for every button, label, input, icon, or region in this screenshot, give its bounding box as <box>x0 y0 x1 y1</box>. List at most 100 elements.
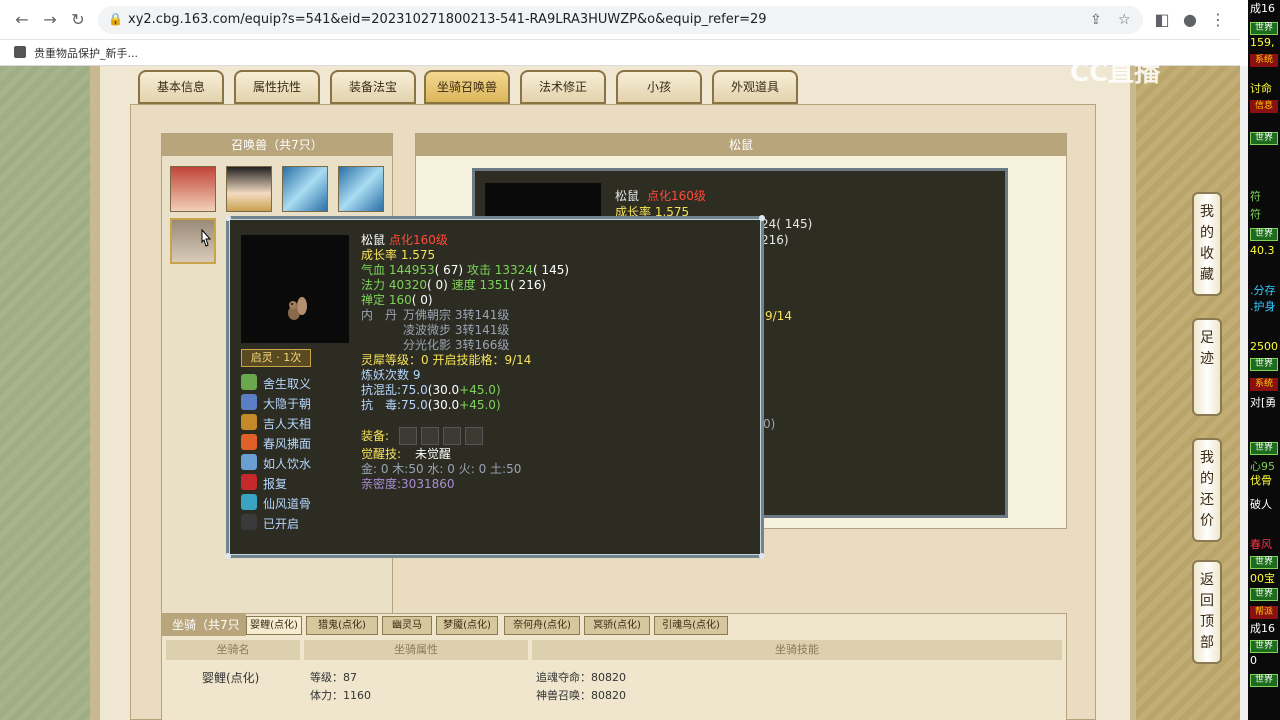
skill-icon <box>241 494 257 510</box>
popup-corner <box>759 553 765 559</box>
forward-icon[interactable]: → <box>40 10 60 30</box>
bookmark-star-icon[interactable]: ☆ <box>1118 12 1131 28</box>
sidepanel-icon[interactable]: ◧ <box>1152 10 1172 30</box>
mount-row-stat2: 神兽召唤：80820 <box>536 689 626 702</box>
skill-icon <box>241 514 257 530</box>
chat-line: 成16 <box>1250 2 1275 15</box>
tab-mounts-pets[interactable]: 坐骑召唤兽 <box>424 70 510 104</box>
pet-portrait <box>241 235 349 343</box>
equip-slot-1[interactable] <box>399 427 417 445</box>
popup-corner <box>225 553 231 559</box>
mount-panel-title: 坐骑（共7只 <box>162 614 246 636</box>
mount-row-name: 婴鲤(点化) <box>202 671 260 685</box>
mount-tab-3[interactable]: 幽灵马 <box>382 616 432 635</box>
chat-sys-tag: 系统 <box>1250 54 1278 67</box>
footprint-button[interactable]: 足迹 <box>1192 318 1222 416</box>
pet-thumb-4[interactable] <box>338 166 384 212</box>
chat-line: 159, <box>1250 36 1275 49</box>
chat-line: 符 <box>1250 208 1261 221</box>
pet-thumb-2[interactable] <box>226 166 272 212</box>
equip-slot-4[interactable] <box>465 427 483 445</box>
popup-resist-chaos: 抗混乱:75.0(30.0+45.0) <box>361 383 501 397</box>
chat-line: 0 <box>1250 654 1257 667</box>
chat-line: 伐骨 <box>1250 474 1272 487</box>
popup-chan-row: 禅定 160( 0) <box>361 293 433 307</box>
mount-row-stat1: 追魂夺命：80820 <box>536 671 626 684</box>
back-icon[interactable]: ← <box>12 10 32 30</box>
mount-tab-5[interactable]: 奈何舟(点化) <box>504 616 580 635</box>
detail-pet-name: 松鼠 <box>615 189 640 203</box>
chat-line: 春风 <box>1250 538 1272 551</box>
chat-line: 2500 <box>1250 340 1278 353</box>
tab-basic-info[interactable]: 基本信息 <box>138 70 224 104</box>
pet-list-title: 召唤兽（共7只） <box>162 134 392 156</box>
detail-attack-tail: 24( 145) <box>761 217 813 231</box>
popup-awaken-label: 觉醒技: <box>361 447 402 461</box>
mount-panel: 坐骑（共7只 婴鲤(点化) 猎鬼(点化) 幽灵马 梦魇(点化) 奈何舟(点化) … <box>161 613 1067 720</box>
chat-sys-tag: 系统 <box>1250 378 1278 391</box>
footprint-label: 足迹 <box>1200 330 1214 367</box>
mount-row-level: 等级：87 <box>310 671 357 684</box>
pet-thumb-3[interactable] <box>282 166 328 212</box>
reload-icon[interactable]: ↻ <box>68 10 88 30</box>
popup-awaken-value: 未觉醒 <box>415 447 452 461</box>
detail-speed-tail: 216) <box>761 233 789 247</box>
mount-tab-1[interactable]: 婴鲤(点化) <box>246 616 302 635</box>
popup-lianyao: 炼妖次数 9 <box>361 368 421 382</box>
popup-neidan-1: 万佛朝宗 3转141级 <box>403 308 510 322</box>
my-counteroffer-button[interactable]: 我的还价 <box>1192 438 1222 542</box>
chat-world-tag: 世界 <box>1250 588 1278 601</box>
scrollbar[interactable] <box>1240 66 1248 720</box>
tab-spell-correction[interactable]: 法术修正 <box>520 70 606 104</box>
game-page: 基本信息 属性抗性 装备法宝 坐骑召唤兽 法术修正 小孩 外观道具 召唤兽（共7… <box>0 66 1240 720</box>
equip-slot-2[interactable] <box>421 427 439 445</box>
detail-misc-tail: 0) <box>763 417 776 431</box>
bookmark-item[interactable]: 贵重物品保护_新手... <box>34 45 138 61</box>
chat-line: 讨命 <box>1250 82 1272 95</box>
chat-line: 对[勇 <box>1250 396 1277 409</box>
tab-attributes[interactable]: 属性抗性 <box>234 70 320 104</box>
pet-thumb-1[interactable] <box>170 166 216 212</box>
popup-lingxi: 灵犀等级：0 开启技能格：9/14 <box>361 353 532 367</box>
tab-equipment[interactable]: 装备法宝 <box>330 70 416 104</box>
popup-neidan-label: 内 丹 <box>361 308 398 322</box>
chat-world-tag: 世界 <box>1250 640 1278 653</box>
back-to-top-button[interactable]: 返回顶部 <box>1192 560 1222 664</box>
chat-world-tag: 世界 <box>1250 556 1278 569</box>
chat-line: 破人 <box>1250 498 1272 511</box>
pet-detail-title: 松鼠 <box>416 134 1066 156</box>
chat-info-tag: 信息 <box>1250 100 1278 113</box>
left-decoration <box>0 66 90 720</box>
chat-world-tag: 世界 <box>1250 442 1278 455</box>
chat-world-tag: 世界 <box>1250 132 1278 145</box>
menu-icon[interactable]: ⋮ <box>1208 10 1228 30</box>
popup-corner <box>225 215 231 221</box>
tab-children[interactable]: 小孩 <box>616 70 702 104</box>
skill-icon <box>241 474 257 490</box>
my-favorites-button[interactable]: 我的收藏 <box>1192 192 1222 296</box>
mount-tab-7[interactable]: 引魂鸟(点化) <box>654 616 728 635</box>
game-chat-strip: 成16 世界 159, 系统 讨命 信息 世界 符 符 世界 40.3 .分存 … <box>1248 0 1280 720</box>
mount-tab-6[interactable]: 冥骄(点化) <box>584 616 650 635</box>
lock-icon: 🔒 <box>108 12 123 26</box>
chat-world-tag: 世界 <box>1250 674 1278 687</box>
right-decoration <box>1136 66 1240 720</box>
skill-icon <box>241 454 257 470</box>
popup-elements: 金: 0 木:50 水: 0 火: 0 土:50 <box>361 462 522 476</box>
mount-tab-4[interactable]: 梦魇(点化) <box>436 616 498 635</box>
chat-world-tag: 世界 <box>1250 22 1278 35</box>
mount-header-name: 坐骑名 <box>166 640 300 660</box>
chat-line: .护身 <box>1250 300 1276 313</box>
skill-icon <box>241 434 257 450</box>
address-bar[interactable]: 🔒 xy2.cbg.163.com/equip?s=541&eid=202310… <box>98 6 1143 34</box>
popup-pet-level: 点化160级 <box>389 233 448 247</box>
chat-line: 40.3 <box>1250 244 1275 257</box>
popup-growth: 成长率 1.575 <box>361 248 436 262</box>
share-icon[interactable]: ⇪ <box>1090 12 1102 28</box>
mount-tab-2[interactable]: 猎鬼(点化) <box>306 616 378 635</box>
pet-tooltip-popup: 松鼠 点化160级 成长率 1.575 气血 144953( 67) 攻击 13… <box>225 215 765 559</box>
url-text: xy2.cbg.163.com/equip?s=541&eid=20231027… <box>128 12 767 27</box>
tab-appearance[interactable]: 外观道具 <box>712 70 798 104</box>
profile-icon[interactable]: ● <box>1180 10 1200 30</box>
equip-slot-3[interactable] <box>443 427 461 445</box>
